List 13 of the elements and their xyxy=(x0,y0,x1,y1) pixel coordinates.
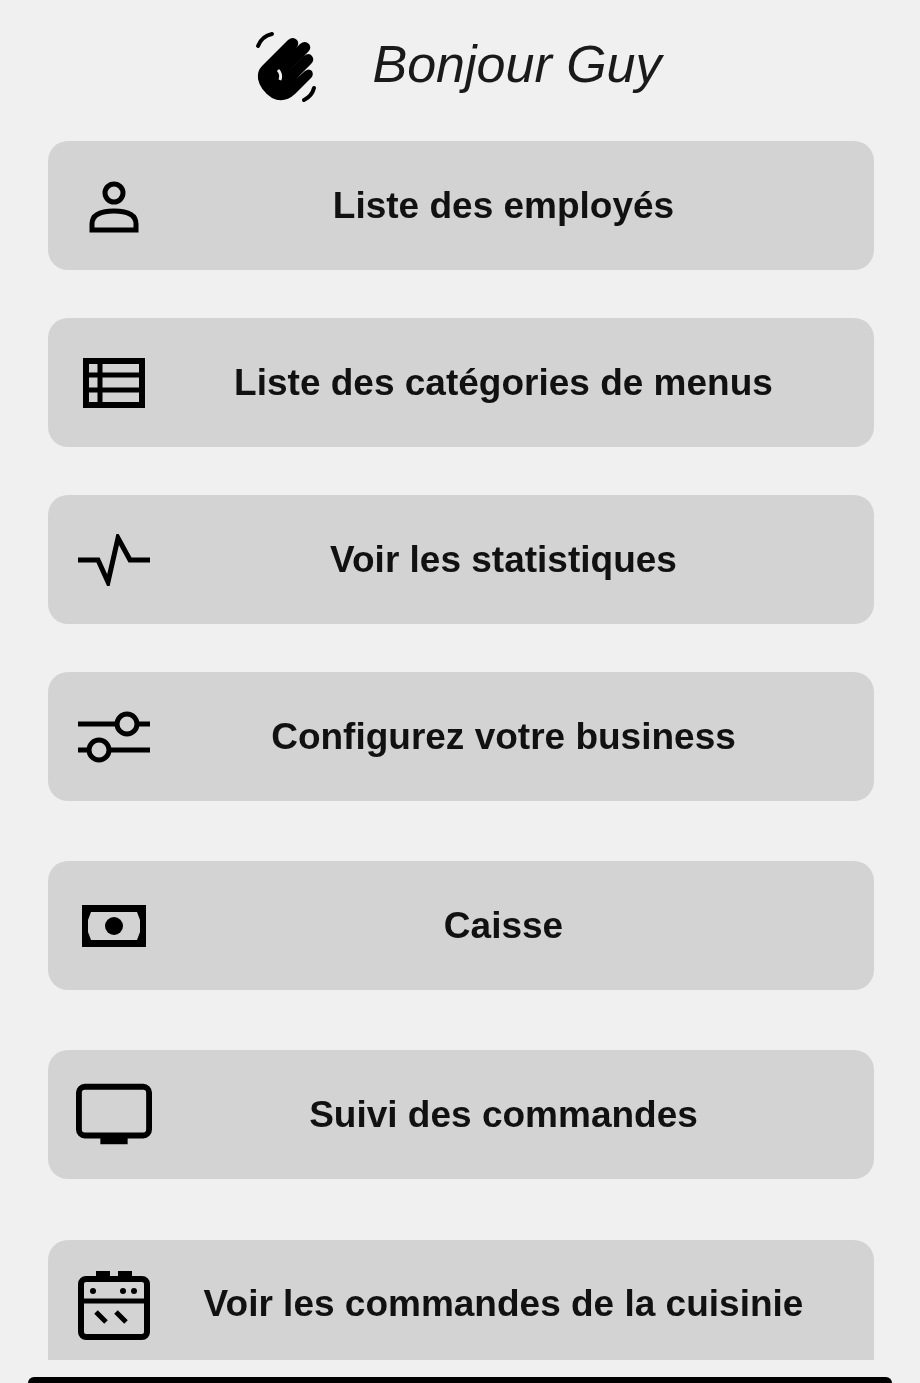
menu-button[interactable]: Liste des employés xyxy=(48,141,874,270)
menu-button[interactable]: Configurez votre business xyxy=(48,672,874,801)
menu-button[interactable]: Voir les statistiques xyxy=(48,495,874,624)
banknote-icon xyxy=(82,904,146,947)
list-icon xyxy=(83,357,145,408)
oven-icon xyxy=(78,1268,150,1341)
greeting-title: Bonjour Guy xyxy=(372,34,662,94)
monitor-icon xyxy=(76,1082,152,1147)
menu-button[interactable]: Suivi des commandes xyxy=(48,1050,874,1179)
menu-button[interactable]: Voir les commandes de la cuisinie xyxy=(48,1240,874,1360)
menu-button[interactable]: Caisse xyxy=(48,861,874,990)
pulse-icon xyxy=(78,533,150,586)
menu-button[interactable]: Liste des catégories de menus xyxy=(48,318,874,447)
